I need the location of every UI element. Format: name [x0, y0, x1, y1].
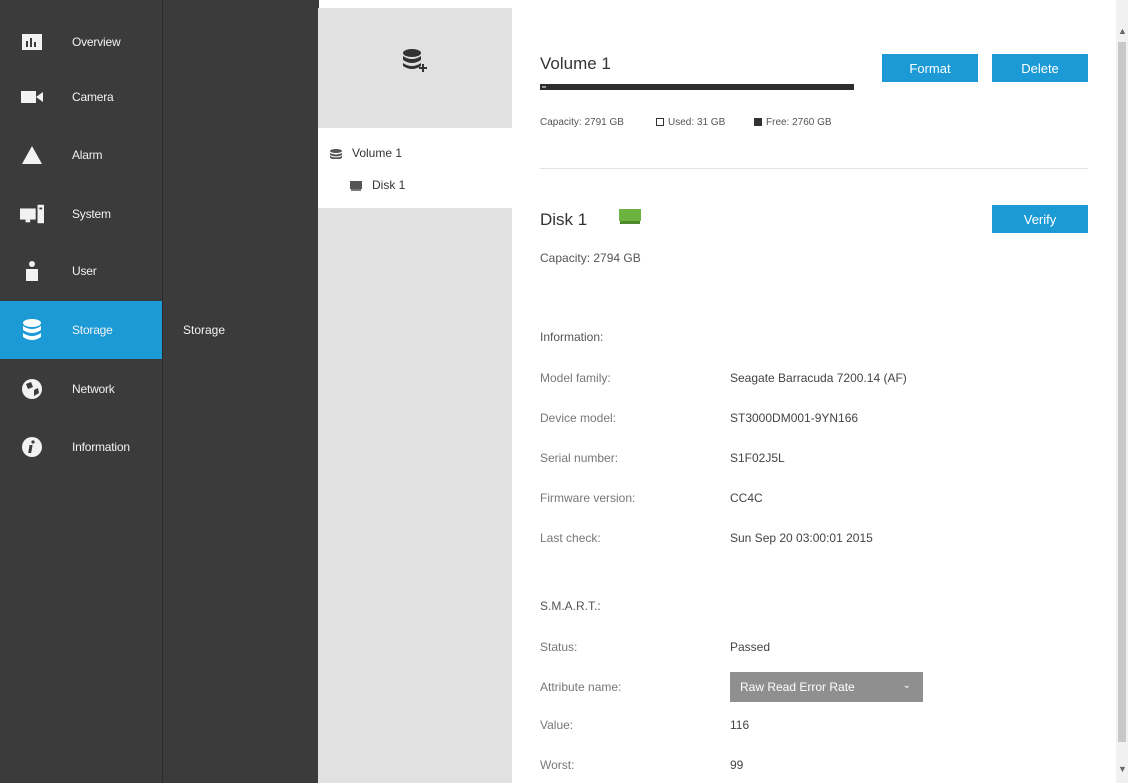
used-legend-icon	[656, 118, 664, 127]
network-icon	[20, 377, 44, 401]
free-legend-icon	[754, 118, 762, 127]
nav-label-network: Network	[72, 382, 115, 396]
device-model-value: ST3000DM001-9YN166	[730, 411, 859, 425]
nav-label-system: System	[72, 207, 111, 221]
nav-label-storage: Storage	[72, 323, 113, 337]
volume-title: Volume 1	[540, 54, 611, 73]
device-model-label: Device model:	[540, 411, 617, 425]
information-icon	[20, 435, 44, 459]
main-navigation: Overview Camera Alarm System User Storag…	[0, 0, 318, 783]
volume-icon	[330, 148, 342, 160]
attribute-name-label: Attribute name:	[540, 680, 622, 694]
value-label: Value:	[540, 718, 574, 732]
smart-status-label: Status:	[540, 640, 578, 654]
alarm-icon	[20, 143, 44, 167]
chart-icon	[20, 30, 44, 54]
chevron-down-icon: ⌄	[902, 680, 911, 691]
disk-icon	[350, 180, 362, 191]
nav-item-camera[interactable]: Camera	[0, 68, 162, 126]
scrollbar[interactable]: ▲ ▼	[1116, 0, 1128, 783]
scroll-up-icon[interactable]: ▲	[1118, 26, 1127, 36]
smart-heading: S.M.A.R.T.:	[540, 599, 601, 613]
nav-label-camera: Camera	[72, 90, 114, 104]
model-family-value: Seagate Barracuda 7200.14 (AF)	[730, 371, 907, 385]
sub-navigation	[162, 0, 319, 783]
volume-used-text: Used: 31 GB	[668, 117, 726, 128]
attribute-name-value: Raw Read Error Rate	[740, 680, 855, 694]
tree-item-volume-label: Volume 1	[352, 146, 403, 160]
delete-button[interactable]: Delete	[992, 54, 1088, 82]
system-icon	[20, 202, 44, 226]
camera-icon	[20, 85, 44, 109]
model-family-label: Model family:	[540, 371, 611, 385]
value-value: 116	[730, 718, 750, 732]
subnav-item-storage[interactable]: Storage	[183, 323, 225, 337]
nav-label-alarm: Alarm	[72, 148, 103, 162]
smart-status-value: Passed	[730, 640, 771, 654]
nav-item-information[interactable]: Information	[0, 418, 162, 476]
firmware-version-value: CC4C	[730, 491, 763, 505]
add-volume-icon	[402, 48, 428, 79]
nav-item-system[interactable]: System	[0, 185, 162, 243]
attribute-name-select[interactable]: Raw Read Error Rate ⌄	[730, 672, 923, 702]
volume-usage-fill	[542, 86, 546, 88]
volume-free: Free: 2760 GB	[754, 117, 832, 128]
serial-number-value: S1F02J5L	[730, 451, 785, 465]
information-heading: Information:	[540, 330, 604, 344]
nav-item-overview[interactable]: Overview	[0, 13, 162, 71]
tree-item-disk-label: Disk 1	[372, 178, 406, 192]
nav-item-alarm[interactable]: Alarm	[0, 126, 162, 184]
worst-label: Worst:	[540, 758, 575, 772]
user-icon	[20, 259, 44, 283]
scroll-down-icon[interactable]: ▼	[1118, 764, 1127, 774]
disk-capacity: Capacity: 2794 GB	[540, 251, 641, 265]
nav-label-information: Information	[72, 440, 130, 454]
nav-label-overview: Overview	[72, 35, 121, 49]
serial-number-label: Serial number:	[540, 451, 619, 465]
nav-label-user: User	[72, 264, 97, 278]
volume-tree-panel: Volume 1 Disk 1	[318, 8, 512, 783]
tree-item-volume[interactable]: Volume 1	[330, 146, 402, 160]
scroll-thumb[interactable]	[1118, 42, 1126, 742]
nav-item-user[interactable]: User	[0, 242, 162, 300]
disk-status-icon	[619, 209, 641, 225]
volume-free-text: Free: 2760 GB	[766, 117, 832, 128]
tree-item-disk[interactable]: Disk 1	[350, 178, 405, 192]
format-button[interactable]: Format	[882, 54, 978, 82]
add-volume-button[interactable]	[318, 8, 512, 118]
section-divider	[540, 168, 1088, 169]
volume-tree-list: Volume 1 Disk 1	[318, 128, 512, 208]
volume-capacity: Capacity: 2791 GB	[540, 117, 624, 128]
worst-value: 99	[730, 758, 744, 772]
verify-button[interactable]: Verify	[992, 205, 1088, 233]
storage-icon	[20, 318, 44, 342]
last-check-label: Last check:	[540, 531, 601, 545]
nav-item-network[interactable]: Network	[0, 360, 162, 418]
disk-title: Disk 1	[540, 210, 588, 229]
firmware-version-label: Firmware version:	[540, 491, 636, 505]
last-check-value: Sun Sep 20 03:00:01 2015	[730, 531, 873, 545]
volume-usage-bar	[540, 84, 854, 90]
volume-used: Used: 31 GB	[656, 117, 725, 128]
